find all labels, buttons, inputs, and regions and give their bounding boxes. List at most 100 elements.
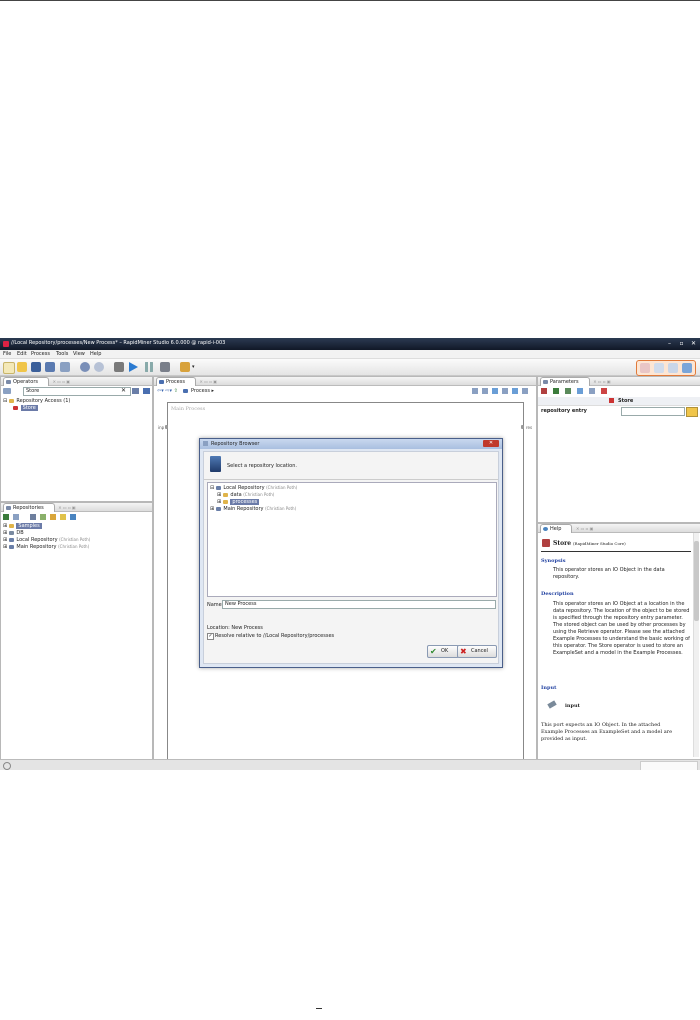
layout-icon[interactable] [492, 388, 498, 394]
repository-entry-input[interactable] [621, 407, 685, 416]
enable-icon[interactable] [553, 388, 559, 394]
tab-operators[interactable]: Operators ✕ ▭ ▫ ▣ [3, 377, 70, 386]
expand-icon[interactable]: ⊞ [210, 506, 214, 512]
help-scrollbar[interactable] [693, 533, 699, 757]
breakpoint-icon[interactable] [577, 388, 583, 394]
tree-item-main-repository[interactable]: ⊞ Main Repository (Christian Poth) [210, 506, 296, 512]
status-indicator-icon [3, 762, 11, 770]
name-input[interactable]: New Process [222, 600, 496, 609]
refresh-icon[interactable] [13, 514, 19, 520]
chevron-down-icon[interactable]: ▾ [192, 364, 195, 370]
store-data-icon[interactable] [40, 514, 46, 520]
results-perspective-icon[interactable] [668, 363, 678, 373]
panel-controls-icon[interactable]: ✕ ▭ ▫ ▣ [53, 378, 70, 386]
input-port[interactable] [165, 425, 168, 429]
add-repository-icon[interactable] [3, 514, 9, 520]
tab-help[interactable]: Help ✕ ▭ ▫ ▣ [540, 524, 593, 533]
comment-icon[interactable] [522, 388, 528, 394]
ok-button[interactable]: ✔ OK [427, 645, 459, 658]
panel-controls-icon[interactable]: ✕ ▭ ▫ ▣ [58, 504, 75, 512]
navigate-icon[interactable] [70, 514, 76, 520]
ports-icon[interactable] [512, 388, 518, 394]
filter-icon[interactable] [132, 388, 139, 394]
panel-controls-icon[interactable]: ✕ ▭ ▫ ▣ [593, 378, 610, 386]
expand-icon[interactable]: ⊞ [3, 523, 7, 529]
close-button[interactable]: ✕ [689, 340, 698, 347]
minimize-button[interactable]: – [665, 340, 674, 347]
help-perspective-icon[interactable] [682, 363, 692, 373]
tab-parameters[interactable]: Parameters ✕ ▭ ▫ ▣ [540, 377, 611, 386]
dialog-close-button[interactable]: ✕ [483, 440, 499, 447]
repository-item-label: Samples [16, 523, 42, 529]
operator-info-icon[interactable] [541, 388, 547, 394]
collapse-icon[interactable]: ⊟ [210, 485, 214, 491]
save-icon[interactable] [31, 362, 41, 372]
divider [204, 479, 498, 480]
expand-icon[interactable]: ⊞ [3, 530, 7, 536]
collapse-icon[interactable]: ⊟ [3, 398, 7, 404]
panel-controls-icon[interactable]: ✕ ▭ ▫ ▣ [200, 378, 217, 386]
expand-icon[interactable]: ⊞ [217, 499, 221, 505]
repository-item-db[interactable]: ⊞ DB [3, 530, 24, 536]
open-folder-icon[interactable] [60, 514, 66, 520]
open-process-icon[interactable] [30, 514, 36, 520]
sort-icon[interactable] [143, 388, 150, 394]
operator-tree-root[interactable]: ⊟ Repository Access (1) [3, 398, 70, 404]
help-panel-header: Help ✕ ▭ ▫ ▣ [538, 524, 700, 533]
repository-item-samples[interactable]: ⊞ Samples [3, 523, 42, 529]
menu-help[interactable]: Help [90, 351, 101, 357]
redo-icon[interactable] [94, 362, 104, 372]
open-folder-icon[interactable] [17, 362, 27, 372]
menu-file[interactable]: File [3, 351, 11, 357]
forward-icon[interactable]: ⇨▾ [165, 388, 172, 394]
tree-item-processes[interactable]: ⊞ processes [217, 499, 260, 505]
menu-tools[interactable]: Tools [56, 351, 68, 357]
expand-icon[interactable]: ⊞ [217, 492, 221, 498]
back-icon[interactable]: ⇦▾ [157, 388, 164, 394]
operator-search-input[interactable]: Store [23, 387, 131, 396]
maximize-button[interactable]: ▫ [677, 340, 686, 347]
auto-wire-icon[interactable] [472, 388, 478, 394]
breadcrumb[interactable]: Process [191, 388, 210, 394]
design-perspective-icon[interactable] [654, 363, 664, 373]
up-icon[interactable]: ⇧ [174, 388, 178, 394]
stop-icon[interactable] [160, 362, 170, 372]
tree-item-data[interactable]: ⊞ data (Christian Poth) [217, 492, 274, 498]
result-port[interactable] [521, 425, 524, 429]
save-as-icon[interactable] [45, 362, 55, 372]
menu-process[interactable]: Process [31, 351, 50, 357]
run-icon[interactable] [128, 362, 138, 372]
new-folder-icon[interactable] [50, 514, 56, 520]
extensions-icon[interactable] [180, 362, 190, 372]
new-operator-icon[interactable] [3, 388, 11, 394]
expand-icon[interactable]: ⊞ [3, 537, 7, 543]
main-toolbar: ▾ [0, 359, 700, 376]
pause-icon[interactable] [144, 362, 154, 372]
expand-icon[interactable]: ⊞ [3, 544, 7, 550]
clear-search-icon[interactable]: ✕ [121, 387, 126, 394]
tree-item-local-repository[interactable]: ⊟ Local Repository (Christian Poth) [210, 485, 297, 491]
menu-edit[interactable]: Edit [17, 351, 27, 357]
delete-icon[interactable] [601, 388, 607, 394]
rename-icon[interactable] [565, 388, 571, 394]
arrange-icon[interactable] [482, 388, 488, 394]
tab-process[interactable]: Process ✕ ▭ ▫ ▣ [156, 377, 217, 386]
menu-view[interactable]: View [73, 351, 85, 357]
new-icon[interactable] [3, 362, 15, 374]
undo-icon[interactable] [80, 362, 90, 372]
scrollbar-thumb[interactable] [694, 541, 699, 621]
cancel-button[interactable]: ✖ Cancel [457, 645, 497, 658]
print-icon[interactable] [60, 362, 70, 372]
repository-item-main[interactable]: ⊞ Main Repository (Christian Poth) [3, 544, 89, 550]
browse-repository-button[interactable] [686, 407, 698, 417]
welcome-perspective-icon[interactable] [640, 363, 650, 373]
operator-store[interactable]: Store [13, 405, 38, 411]
cancel-label: Cancel [471, 648, 488, 654]
panel-controls-icon[interactable]: ✕ ▭ ▫ ▣ [576, 525, 593, 533]
comment-icon[interactable] [589, 388, 595, 394]
zoom-icon[interactable] [502, 388, 508, 394]
repository-item-local[interactable]: ⊞ Local Repository (Christian Poth) [3, 537, 90, 543]
step-icon[interactable] [114, 362, 124, 372]
tab-repositories[interactable]: Repositories ✕ ▭ ▫ ▣ [3, 503, 76, 512]
resolve-relative-checkbox[interactable]: ✓ [207, 633, 214, 640]
